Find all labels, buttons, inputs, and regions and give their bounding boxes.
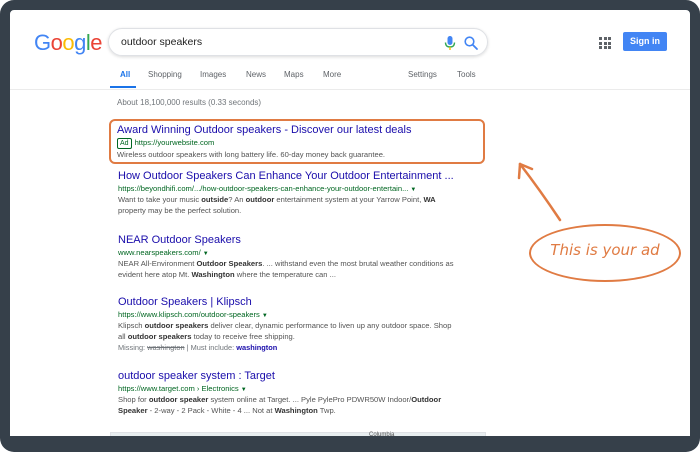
tab-images[interactable]: Images [200, 70, 226, 79]
map-label: Columbia [369, 432, 395, 438]
result-item: How Outdoor Speakers Can Enhance Your Ou… [118, 170, 458, 216]
logo-letter: G [34, 30, 51, 55]
missing-terms: Missing: washington | Must include: wash… [118, 343, 458, 352]
tab-shopping[interactable]: Shopping [148, 70, 182, 79]
tab-news[interactable]: News [246, 70, 266, 79]
caret-down-icon[interactable]: ▼ [241, 387, 247, 393]
result-url[interactable]: https://www.target.com › Electronics ▼ [118, 384, 458, 393]
header-divider [10, 89, 690, 90]
result-url-text[interactable]: www.nearspeakers.com/ [118, 248, 201, 257]
search-results-page: Google outdoor speakers Sign in All Shop… [10, 10, 690, 436]
map-preview[interactable]: Columbia [110, 432, 486, 438]
apps-grid-icon[interactable] [599, 37, 611, 49]
result-url[interactable]: https://beyondhifi.com/.../how-outdoor-s… [118, 184, 458, 193]
result-stats: About 18,100,000 results (0.33 seconds) [117, 98, 262, 107]
result-item: outdoor speaker system : Target https://… [118, 370, 458, 416]
result-url-text[interactable]: https://www.target.com › Electronics [118, 384, 239, 393]
annotation-text: This is your ad [550, 241, 660, 259]
search-input[interactable]: outdoor speakers [108, 28, 488, 56]
result-title-link[interactable]: outdoor speaker system : Target [118, 370, 458, 382]
result-item: Outdoor Speakers | Klipsch https://www.k… [118, 296, 458, 352]
result-snippet: Klipsch outdoor speakers deliver clear, … [118, 321, 452, 341]
tab-all[interactable]: All [120, 70, 130, 79]
active-tab-indicator [110, 86, 136, 88]
tab-tools[interactable]: Tools [457, 70, 476, 79]
result-title-link[interactable]: How Outdoor Speakers Can Enhance Your Ou… [118, 170, 458, 182]
result-url-text[interactable]: https://beyondhifi.com/.../how-outdoor-s… [118, 184, 408, 193]
ad-highlight-box [109, 119, 485, 164]
logo-letter: g [74, 30, 86, 55]
result-url[interactable]: www.nearspeakers.com/▼ [118, 248, 458, 257]
missing-label: Missing: [118, 343, 146, 353]
device-frame: Google outdoor speakers Sign in All Shop… [0, 0, 700, 452]
caret-down-icon[interactable]: ▼ [262, 313, 268, 319]
google-logo[interactable]: Google [34, 30, 103, 56]
caret-down-icon[interactable]: ▼ [410, 187, 416, 193]
logo-letter: o [50, 30, 63, 55]
tab-maps[interactable]: Maps [284, 70, 304, 79]
result-snippet: Want to take your music outside? An outd… [118, 195, 436, 215]
tab-more[interactable]: More [323, 70, 341, 79]
result-url[interactable]: https://www.klipsch.com/outdoor-speakers… [118, 310, 458, 319]
result-title-link[interactable]: Outdoor Speakers | Klipsch [118, 296, 458, 308]
sign-in-button[interactable]: Sign in [623, 32, 667, 51]
microphone-icon[interactable] [443, 35, 457, 51]
result-snippet: NEAR All-Environment Outdoor Speakers. .… [118, 259, 454, 279]
result-url-text[interactable]: https://www.klipsch.com/outdoor-speakers [118, 310, 260, 319]
caret-down-icon[interactable]: ▼ [203, 251, 209, 257]
missing-word: washington [147, 343, 185, 353]
result-snippet: Shop for outdoor speaker system online a… [118, 395, 442, 415]
tab-settings[interactable]: Settings [408, 70, 437, 79]
search-query[interactable]: outdoor speakers [121, 36, 202, 48]
result-item: NEAR Outdoor Speakers www.nearspeakers.c… [118, 234, 458, 280]
logo-letter: e [90, 30, 103, 55]
must-include-label: | Must include: [186, 343, 235, 353]
must-include-link[interactable]: washington [236, 343, 277, 352]
logo-letter: o [62, 30, 75, 55]
annotation-arrow-icon [517, 162, 562, 222]
result-title-link[interactable]: NEAR Outdoor Speakers [118, 234, 458, 246]
magnifier-icon[interactable] [463, 35, 479, 51]
